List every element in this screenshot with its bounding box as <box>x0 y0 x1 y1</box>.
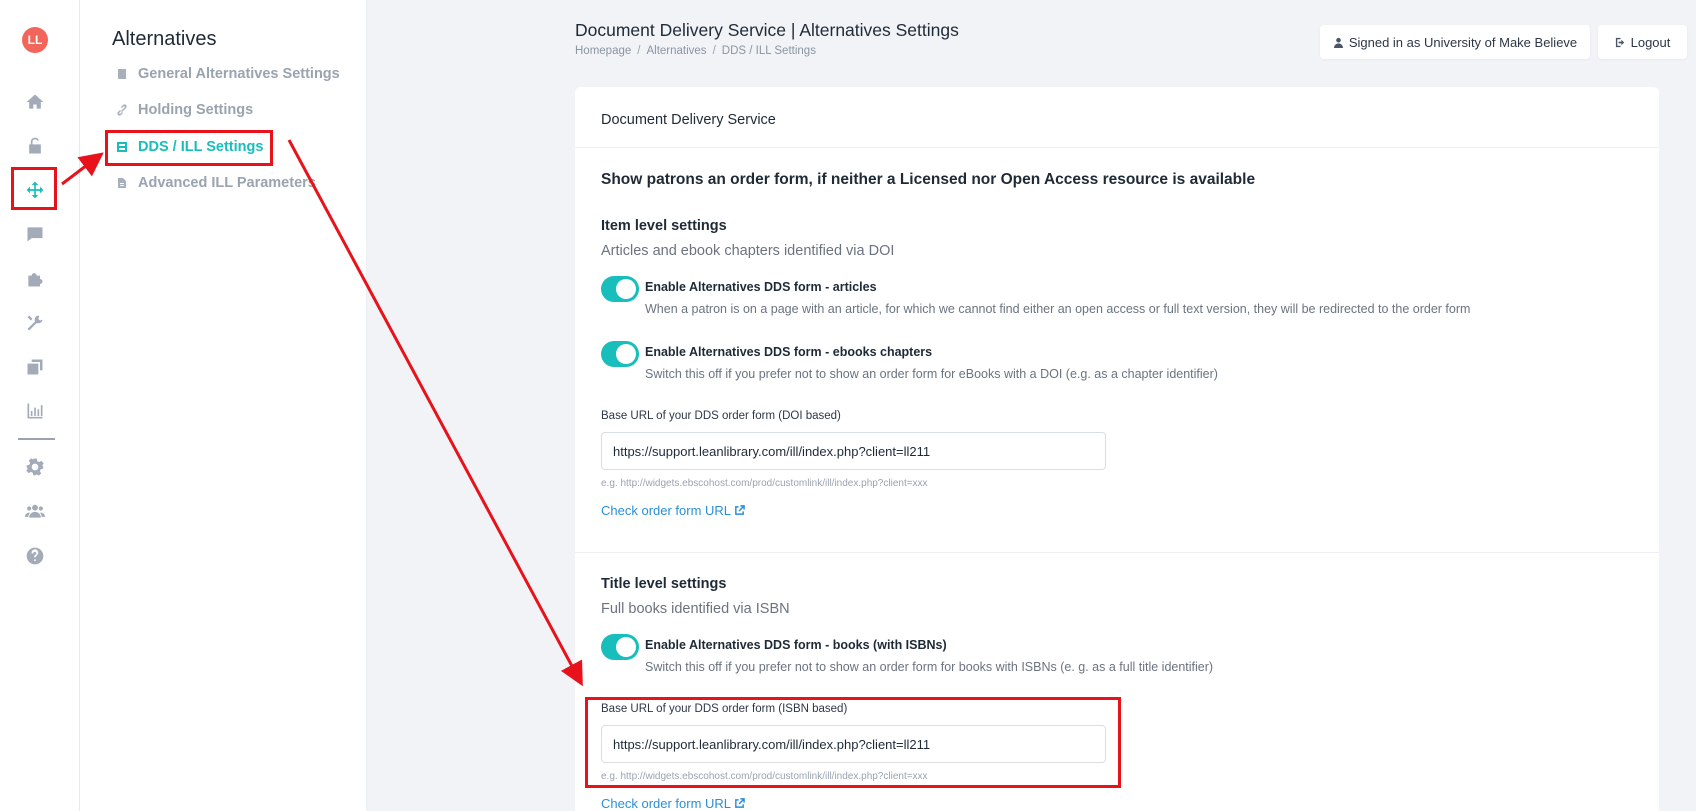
doi-url-input[interactable] <box>601 432 1106 470</box>
signed-in-label: Signed in as University of Make Believe <box>1348 34 1578 50</box>
toggle-knob <box>616 344 636 364</box>
logout-label: Logout <box>1630 34 1671 50</box>
subnav-item-holding-settings[interactable]: Holding Settings <box>116 99 253 121</box>
breadcrumb-homepage[interactable]: Homepage <box>575 45 631 57</box>
books-toggle-label: Enable Alternatives DDS form - books (wi… <box>645 638 947 652</box>
subnav-item-advanced-ill-parameters[interactable]: Advanced ILL Parameters <box>116 172 316 194</box>
breadcrumb-alternatives[interactable]: Alternatives <box>646 45 706 57</box>
move-arrows-icon[interactable] <box>24 179 46 201</box>
toggle-knob <box>616 637 636 657</box>
subnav-item-general-alternatives-settings[interactable]: General Alternatives Settings <box>116 63 340 85</box>
ebook-chapters-toggle-desc: Switch this off if you prefer not to sho… <box>645 367 1218 381</box>
alternatives-subnav: Alternatives General Alternatives Settin… <box>80 0 367 811</box>
card-header: Document Delivery Service <box>575 87 1659 148</box>
file-icon <box>116 177 128 189</box>
chat-bubble-icon[interactable] <box>24 223 46 245</box>
dds-settings-card: Document Delivery Service Show patrons a… <box>575 87 1659 811</box>
item-level-title: Item level settings <box>601 218 727 234</box>
rail-divider <box>18 438 55 440</box>
title-level-subtitle: Full books identified via ISBN <box>601 601 790 617</box>
check-link-label: Check order form URL <box>601 796 732 811</box>
title-level-title: Title level settings <box>601 576 727 592</box>
form-icon <box>116 141 128 153</box>
ebook-chapters-toggle[interactable] <box>601 341 639 367</box>
section-divider <box>575 552 1659 553</box>
subnav-item-label: Advanced ILL Parameters <box>138 175 316 191</box>
isbn-check-order-form-link[interactable]: Check order form URL <box>601 796 745 811</box>
external-link-icon <box>735 505 745 515</box>
articles-toggle[interactable] <box>601 276 639 302</box>
user-icon <box>1333 37 1343 48</box>
doi-check-order-form-link[interactable]: Check order form URL <box>601 503 745 518</box>
isbn-url-label: Base URL of your DDS order form (ISBN ba… <box>601 703 848 715</box>
toggle-knob <box>616 279 636 299</box>
isbn-url-input[interactable] <box>601 725 1106 763</box>
breadcrumb-separator: / <box>712 45 716 57</box>
gear-icon[interactable] <box>24 456 46 478</box>
help-icon[interactable] <box>24 545 46 567</box>
link-icon <box>116 104 128 116</box>
tools-icon[interactable] <box>24 312 46 334</box>
breadcrumb: Homepage / Alternatives / DDS / ILL Settings <box>575 45 816 57</box>
logout-button[interactable]: Logout <box>1598 25 1687 59</box>
articles-toggle-desc: When a patron is on a page with an artic… <box>645 302 1471 316</box>
card-headline: Show patrons an order form, if neither a… <box>601 171 1256 188</box>
books-toggle-desc: Switch this off if you prefer not to sho… <box>645 660 1214 674</box>
puzzle-icon[interactable] <box>24 268 46 290</box>
sign-out-icon <box>1615 37 1624 47</box>
doi-url-hint: e.g. http://widgets.ebscohost.com/prod/c… <box>601 478 928 489</box>
subnav-title: Alternatives <box>112 28 217 50</box>
subnav-item-label: General Alternatives Settings <box>138 66 340 82</box>
check-link-label: Check order form URL <box>601 503 732 518</box>
app-logo[interactable]: LL <box>22 27 48 53</box>
signed-in-button[interactable]: Signed in as University of Make Believe <box>1320 25 1590 59</box>
page-title: Document Delivery Service | Alternatives… <box>575 20 959 40</box>
isbn-url-hint: e.g. http://widgets.ebscohost.com/prod/c… <box>601 771 928 782</box>
book-icon <box>116 68 128 80</box>
icon-rail: LL <box>0 0 80 811</box>
card-header-title: Document Delivery Service <box>601 112 776 128</box>
home-icon[interactable] <box>24 91 46 113</box>
unlock-icon[interactable] <box>24 135 46 157</box>
copy-icon[interactable] <box>24 356 46 378</box>
doi-url-label: Base URL of your DDS order form (DOI bas… <box>601 410 841 422</box>
bar-chart-icon[interactable] <box>24 400 46 422</box>
subnav-item-label: DDS / ILL Settings <box>138 139 264 155</box>
external-link-icon <box>735 798 745 808</box>
books-toggle[interactable] <box>601 634 639 660</box>
subnav-item-dds-ill-settings[interactable]: DDS / ILL Settings <box>116 136 263 158</box>
item-level-subtitle: Articles and ebook chapters identified v… <box>601 243 895 259</box>
users-icon[interactable] <box>24 500 46 522</box>
ebook-chapters-toggle-label: Enable Alternatives DDS form - ebooks ch… <box>645 345 933 359</box>
breadcrumb-current: DDS / ILL Settings <box>721 45 816 57</box>
breadcrumb-separator: / <box>637 45 641 57</box>
articles-toggle-label: Enable Alternatives DDS form - articles <box>645 280 877 294</box>
subnav-item-label: Holding Settings <box>138 102 254 118</box>
